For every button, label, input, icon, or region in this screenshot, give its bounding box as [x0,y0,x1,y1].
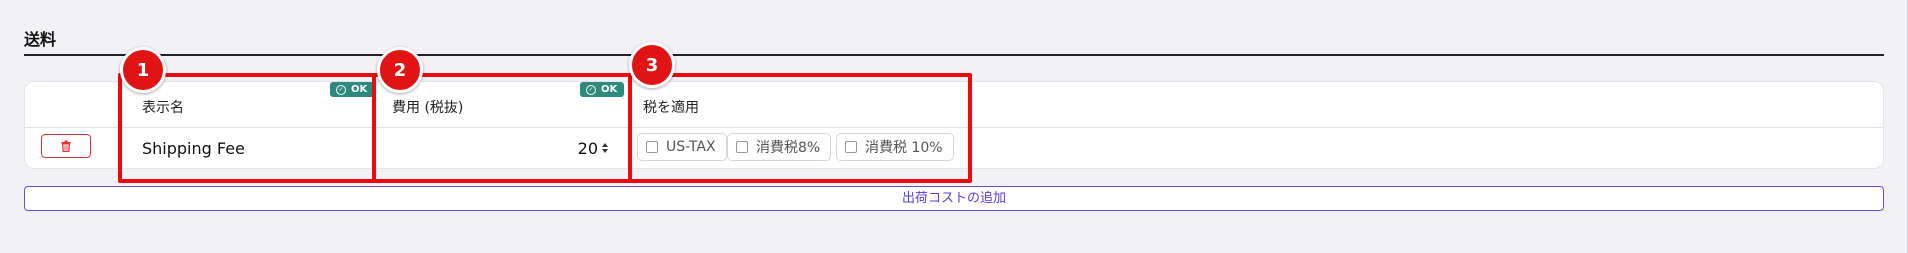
add-shipping-cost-button[interactable]: 出荷コストの追加 [24,186,1884,211]
section-divider [24,54,1884,56]
trash-icon [61,140,71,152]
delete-row-button[interactable] [41,134,91,158]
section-title: 送料 [24,30,57,49]
annotation-badge-3: 3 [629,42,675,88]
annotation-badge-2: 2 [377,47,423,93]
highlight-box-name [118,73,376,183]
highlight-box-tax [628,73,972,183]
annotation-badge-1: 1 [120,47,166,93]
